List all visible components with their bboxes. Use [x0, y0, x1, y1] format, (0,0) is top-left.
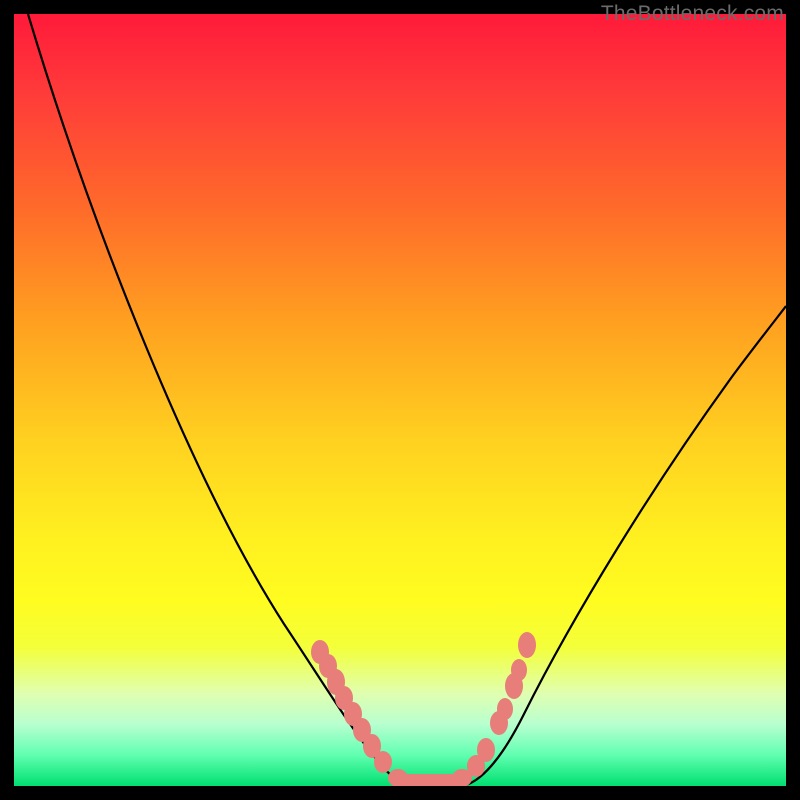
left-curve [28, 14, 414, 785]
chart-overlay [14, 14, 786, 786]
blotch [374, 751, 392, 773]
bottom-blotch-band [388, 769, 472, 786]
right-curve [466, 306, 786, 785]
blotch [511, 659, 527, 681]
watermark-text: TheBottleneck.com [601, 2, 784, 26]
blotch [518, 632, 536, 658]
chart-frame: TheBottleneck.com [0, 0, 800, 800]
right-blotch-group [467, 632, 536, 777]
blotch [497, 698, 513, 720]
blotch [388, 769, 408, 786]
left-blotch-group [311, 640, 392, 773]
blotch [477, 738, 495, 762]
